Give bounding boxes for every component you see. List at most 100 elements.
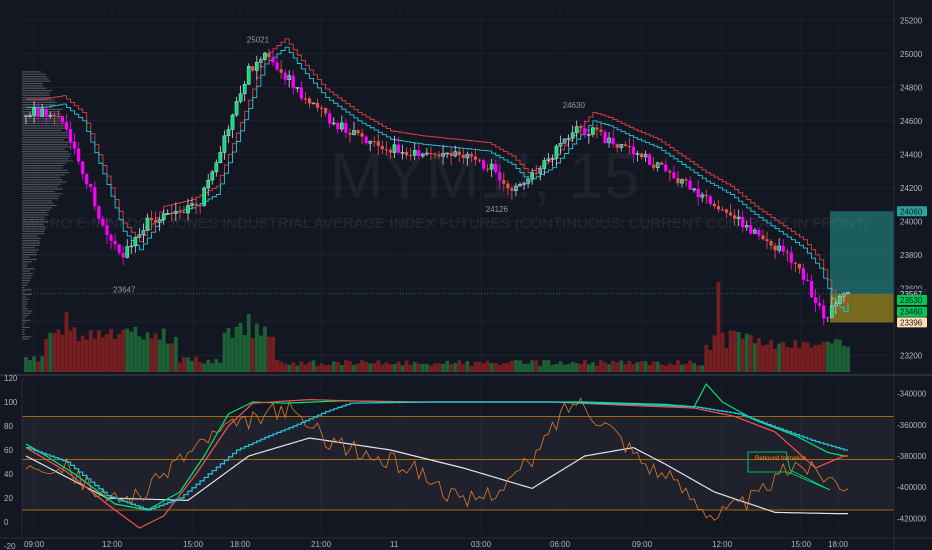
volume-bar xyxy=(611,360,616,372)
candle xyxy=(202,186,207,207)
volume-bar xyxy=(246,314,251,372)
volume-bar xyxy=(92,338,97,372)
candle-body xyxy=(101,218,105,226)
volume-bar xyxy=(64,312,69,372)
profile-bar xyxy=(22,174,65,176)
volume-bar xyxy=(388,364,393,372)
profile-bar xyxy=(22,90,52,92)
profile-bar xyxy=(22,322,26,324)
volume-bar xyxy=(396,361,401,372)
volume-bar xyxy=(36,361,41,372)
candle-body xyxy=(32,107,36,116)
volume-bar xyxy=(254,323,259,372)
profile-bar xyxy=(22,204,57,207)
profile-bar xyxy=(22,80,51,82)
price-tick-label: 24800 xyxy=(900,83,923,92)
volume-bar xyxy=(299,361,304,372)
volume-bar xyxy=(704,344,709,372)
profile-bar xyxy=(22,254,38,256)
volume-bar xyxy=(60,334,65,372)
candle-body xyxy=(251,66,255,71)
candle-body xyxy=(202,187,207,206)
candle-body xyxy=(728,212,733,216)
profile-bar xyxy=(22,305,26,307)
candle-body xyxy=(579,126,583,129)
candle-body xyxy=(437,154,441,157)
candle xyxy=(263,52,267,61)
volume-bar xyxy=(708,349,713,372)
candle-body xyxy=(814,297,818,304)
candle-body xyxy=(838,295,842,304)
profile-bar xyxy=(22,303,28,305)
volume-bar xyxy=(441,363,445,372)
volume-bar xyxy=(817,344,822,372)
volume-bar xyxy=(505,362,510,372)
profile-bar xyxy=(22,118,62,120)
chart-canvas[interactable]: MYM1!, 15 MICRO E-MINI DOW JONES INDUSTR… xyxy=(0,0,932,550)
candle-body xyxy=(554,145,559,159)
candle-body xyxy=(777,245,782,251)
profile-bar xyxy=(22,179,63,181)
volume-bar xyxy=(364,361,369,372)
profile-bar xyxy=(22,240,40,242)
profile-bar xyxy=(22,99,55,101)
volume-bar xyxy=(335,362,340,372)
candle-body xyxy=(380,145,384,150)
profile-bar xyxy=(22,92,50,94)
profile-bar xyxy=(22,256,30,258)
volume-bar xyxy=(838,339,842,372)
volume-bar xyxy=(684,363,688,372)
profit-zone xyxy=(830,211,894,294)
profile-bar xyxy=(22,221,48,223)
candle-body xyxy=(611,138,615,145)
candle-body xyxy=(822,305,826,319)
volume-bar xyxy=(315,365,320,372)
time-tick-label: 06:00 xyxy=(550,540,571,549)
candle-body xyxy=(113,240,117,245)
candle-body xyxy=(502,180,506,184)
candle-body xyxy=(668,171,672,173)
volume-bar xyxy=(554,364,559,372)
profile-bar xyxy=(22,277,31,279)
volume-bar xyxy=(562,364,567,372)
profile-bar xyxy=(22,319,31,321)
profile-bar xyxy=(22,120,65,122)
secondary-tick-label: -340000 xyxy=(897,390,927,399)
candle-body xyxy=(331,122,336,125)
candle-body xyxy=(291,75,295,88)
profile-bar xyxy=(22,315,29,317)
profile-bar xyxy=(22,127,69,129)
volume-bar xyxy=(137,336,142,372)
profile-bar xyxy=(22,286,25,289)
candle-body xyxy=(486,168,490,170)
volume-bar xyxy=(797,347,802,372)
profile-bar xyxy=(22,326,30,328)
candle-body xyxy=(36,107,40,117)
volume-bar xyxy=(643,361,648,372)
profile-bar xyxy=(22,235,38,237)
profile-bar xyxy=(22,214,49,216)
candle-body xyxy=(234,101,239,116)
candle-body xyxy=(392,144,397,153)
candle-body xyxy=(586,134,591,136)
profile-bar xyxy=(22,263,28,265)
oscillator-tick-label: -20 xyxy=(4,542,16,550)
volume-bar xyxy=(331,361,336,372)
candle-body xyxy=(372,141,376,143)
volume-bar xyxy=(497,365,502,372)
candle-body xyxy=(477,159,482,161)
profile-bar xyxy=(22,233,45,235)
volume-bar xyxy=(40,356,45,372)
candle-body xyxy=(52,115,56,117)
volume-bar xyxy=(578,364,583,372)
volume-bar xyxy=(424,363,429,372)
secondary-tick-label: -360000 xyxy=(897,421,927,430)
candle-body xyxy=(242,84,247,95)
candle-body xyxy=(93,187,97,207)
volume-bar xyxy=(793,340,798,372)
candle-body xyxy=(412,150,417,156)
time-tick-label: 09:00 xyxy=(632,540,653,549)
volume-bar xyxy=(117,333,122,372)
candle-body xyxy=(550,158,555,160)
candle-body xyxy=(736,216,741,220)
